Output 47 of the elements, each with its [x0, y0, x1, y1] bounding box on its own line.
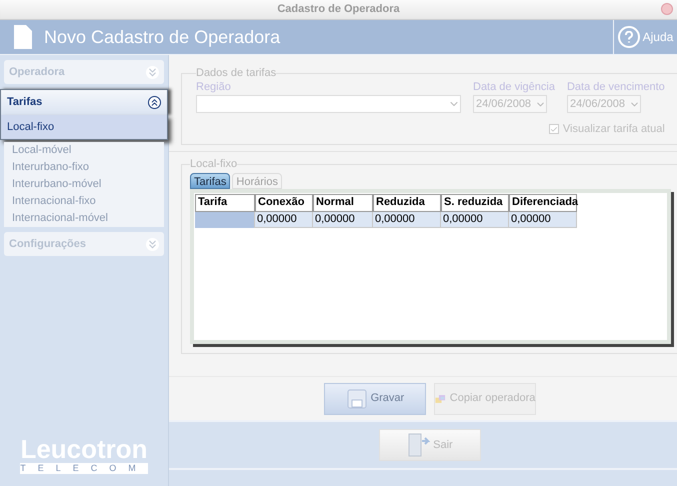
row-indicator	[195, 212, 255, 228]
region-dropdown[interactable]	[196, 95, 461, 113]
group-legend: Local-fixo	[190, 158, 238, 170]
logo-tagline: TELECOM	[20, 463, 148, 474]
section-item[interactable]: Internacional-fixo	[4, 193, 164, 210]
section-title: Configurações	[9, 236, 86, 252]
table-cell: 0,00000	[509, 212, 577, 228]
window-title: Cadastro de Operadora	[277, 2, 400, 18]
save-button[interactable]: Gravar	[324, 382, 426, 414]
help-button[interactable]: Ajuda	[618, 26, 674, 48]
table-cell: 0,00000	[441, 212, 509, 228]
checkbox[interactable]	[548, 124, 559, 134]
page-title: Novo Cadastro de Operadora	[44, 26, 280, 49]
help-icon	[618, 26, 640, 48]
column-header: Normal	[313, 194, 373, 212]
section-item[interactable]: Internacional-móvel	[4, 210, 164, 227]
collapse-icon	[148, 96, 161, 109]
document-icon	[14, 25, 32, 49]
tab[interactable]: Tarifas	[190, 172, 230, 188]
table-cell: 0,00000	[313, 212, 373, 228]
door-icon	[408, 433, 430, 457]
expand-icon	[146, 238, 159, 250]
section-item[interactable]: Interurbano-fixo	[4, 159, 164, 176]
exit-button[interactable]: Sair	[379, 429, 482, 461]
date-field[interactable]: 24/06/2008	[566, 95, 641, 113]
section-item[interactable]: Local-fixo	[0, 115, 168, 140]
column-header: Reduzida	[373, 194, 441, 212]
table-cell: 0,00000	[373, 212, 441, 228]
table-row[interactable]: 0,00000 0,00000 0,00000 0,00000 0,00000	[195, 212, 577, 228]
close-button[interactable]	[661, 3, 673, 15]
tab[interactable]: Horários	[232, 172, 282, 188]
section-item[interactable]: Interurbano-móvel	[4, 176, 164, 193]
section-header[interactable]: Operadora	[4, 60, 164, 84]
column-header: Conexão	[255, 194, 313, 212]
expand-icon	[146, 66, 159, 78]
table-cell: 0,00000	[255, 212, 313, 228]
group-legend: Dados de tarifas	[196, 67, 276, 79]
section-item[interactable]: Local-móvel	[4, 142, 164, 159]
column-header: Tarifa	[195, 194, 255, 212]
column-header: S. reduzida	[441, 194, 509, 212]
section-header[interactable]: Tarifas	[0, 89, 168, 115]
section-title: Operadora	[9, 64, 65, 80]
section-header[interactable]: Configurações	[4, 232, 164, 256]
date-field[interactable]: 24/06/2008	[473, 95, 547, 113]
copy-button[interactable]: Copiar operadora	[434, 382, 536, 414]
section-title: Tarifas	[7, 95, 42, 110]
column-header: Diferenciada	[509, 194, 577, 212]
